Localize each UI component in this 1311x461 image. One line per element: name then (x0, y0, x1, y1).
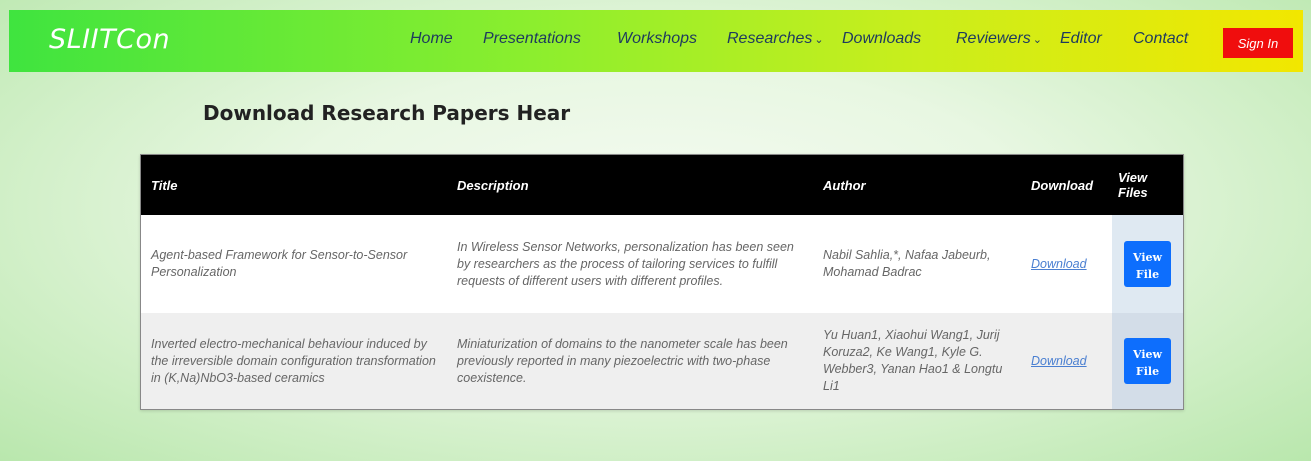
nav-editor[interactable]: Editor (1060, 30, 1102, 48)
nav-downloads-label: Downloads (842, 30, 922, 47)
top-navbar: SLIITCon Home Presentations Workshops Re… (9, 10, 1303, 72)
brand-logo[interactable]: SLIITCon (49, 24, 170, 55)
nav-reviewers[interactable]: Reviewers ⌄ (956, 30, 1042, 48)
nav-contact[interactable]: Contact (1133, 30, 1188, 48)
paper-author: Yu Huan1, Xiaohui Wang1, Jurij Koruza2, … (823, 328, 1003, 393)
nav-reviewers-label: Reviewers (956, 30, 1031, 47)
table-row: Inverted electro-mechanical behaviour in… (141, 313, 1183, 409)
nav-workshops-label: Workshops (617, 30, 698, 47)
nav-downloads[interactable]: Downloads (842, 30, 921, 48)
header-download: Download (1031, 177, 1094, 193)
nav-researches[interactable]: Researches ⌄ (727, 30, 824, 48)
header-title: Title (151, 177, 178, 193)
page-title: Download Research Papers Hear (203, 101, 571, 125)
paper-title: Agent-based Framework for Sensor-to-Sens… (151, 248, 408, 279)
nav-researches-label: Researches (727, 30, 813, 47)
nav-presentations[interactable]: Presentations (483, 30, 581, 48)
nav-home-label: Home (410, 30, 453, 47)
nav-workshops[interactable]: Workshops (617, 30, 697, 48)
view-cell: View File (1112, 215, 1183, 313)
paper-author: Nabil Sahlia,*, Nafaa Jabeurb, Mohamad B… (823, 248, 991, 279)
papers-table: Title Description Author Download View F… (140, 154, 1184, 410)
table-row: Agent-based Framework for Sensor-to-Sens… (141, 215, 1183, 313)
view-cell: View File (1112, 313, 1183, 409)
download-cell: Download (1027, 215, 1112, 313)
header-author: Author (823, 177, 866, 193)
table-header-row: Title Description Author Download View F… (141, 155, 1183, 215)
paper-description: Miniaturization of domains to the nanome… (457, 336, 788, 385)
nav-contact-label: Contact (1133, 30, 1189, 47)
download-link[interactable]: Download (1031, 257, 1087, 271)
download-cell: Download (1027, 313, 1112, 409)
header-description: Description (457, 177, 529, 193)
paper-title: Inverted electro-mechanical behaviour in… (151, 336, 436, 385)
sign-in-button[interactable]: Sign In (1223, 28, 1293, 58)
chevron-down-icon: ⌄ (814, 34, 824, 46)
nav-presentations-label: Presentations (483, 30, 581, 47)
view-file-button[interactable]: View File (1124, 241, 1171, 287)
paper-description: In Wireless Sensor Networks, personaliza… (457, 239, 794, 288)
nav-home[interactable]: Home (410, 30, 453, 48)
chevron-down-icon: ⌄ (1032, 34, 1042, 46)
nav-editor-label: Editor (1060, 30, 1102, 47)
header-view-files: View Files (1118, 170, 1148, 200)
view-file-button[interactable]: View File (1124, 338, 1171, 384)
download-link[interactable]: Download (1031, 354, 1087, 368)
